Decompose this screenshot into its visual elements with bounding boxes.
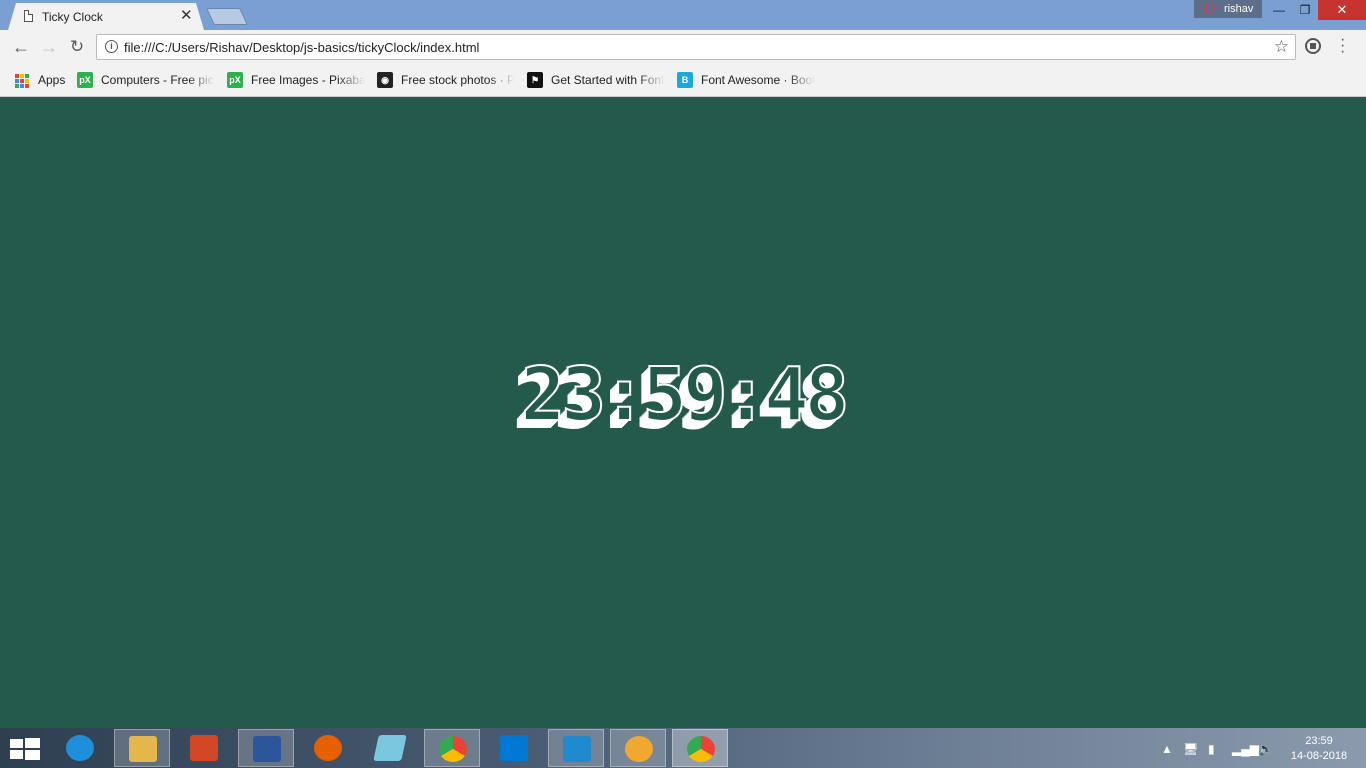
crystal-app-button[interactable] (362, 729, 418, 767)
bookmark-item[interactable]: pX Computers - Free pictures (77, 72, 215, 90)
bookmark-item[interactable]: ◉ Free stock photos · Pexels (377, 72, 515, 90)
profile-icon: { } (1204, 2, 1216, 14)
windows-start-icon[interactable] (10, 738, 40, 760)
tab-close-icon[interactable]: ✕ (180, 7, 193, 25)
chrome-active-button[interactable] (672, 729, 728, 767)
file-explorer-button[interactable] (114, 729, 170, 767)
back-button[interactable]: ← (10, 37, 32, 57)
title-bar: Ticky Clock ✕ { } rishav — ❐ ✕ (0, 0, 1366, 30)
tab-ticky-clock[interactable]: Ticky Clock ✕ (8, 3, 204, 30)
tab-title: Ticky Clock (42, 10, 103, 24)
network-error-icon[interactable]: 🖥 (1183, 742, 1198, 756)
powerpoint-icon (190, 735, 218, 761)
tray-date: 14-08-2018 (1290, 750, 1348, 762)
tray-overflow-icon[interactable]: ▲ (1161, 742, 1173, 756)
bookmark-item[interactable]: B Font Awesome · Bootstrap (677, 72, 815, 90)
signal-icon[interactable]: ▂▄▆ (1232, 742, 1259, 756)
windows-taskbar: ▲ 🖥 ▮ ▂▄▆ 🔈 23:59 14-08-2018 (0, 728, 1366, 768)
bookmark-apps[interactable]: Apps (14, 72, 74, 90)
bookmark-label: Free stock photos · Pexels (401, 73, 515, 87)
menu-icon[interactable]: · · · (1340, 32, 1345, 60)
bookmark-item[interactable]: pX Free Images - Pixabay (227, 72, 365, 90)
bookmark-label: Computers - Free pictures (101, 73, 215, 87)
paint-palette-icon (625, 736, 653, 762)
chrome-icon (439, 736, 467, 762)
restore-button[interactable]: ❐ (1292, 0, 1318, 20)
bookmark-star-icon[interactable]: ☆ (1274, 37, 1289, 57)
word-button[interactable] (238, 729, 294, 767)
address-bar[interactable]: i file:///C:/Users/Rishav/Desktop/js-bas… (96, 34, 1296, 60)
profile-button[interactable]: { } rishav (1194, 0, 1262, 18)
vscode-icon (500, 735, 528, 761)
close-window-button[interactable]: ✕ (1318, 0, 1366, 20)
bookmark-item[interactable]: ⚑ Get Started with Font Awesome (527, 72, 665, 90)
folder-icon (129, 736, 157, 762)
crystal-app-icon (373, 735, 407, 761)
firefox-icon (314, 735, 342, 761)
bootstrap-icon: B (677, 72, 693, 88)
tray-time: 23:59 (1305, 735, 1333, 747)
brackets-button[interactable] (548, 729, 604, 767)
chrome-button[interactable] (424, 729, 480, 767)
chrome-icon (687, 736, 715, 762)
pixabay-icon: pX (77, 72, 93, 88)
new-tab-button[interactable] (206, 8, 248, 25)
minimize-button[interactable]: — (1266, 0, 1292, 20)
bookmarks-bar: Apps pX Computers - Free pictures pX Fre… (0, 65, 1366, 97)
browser-toolbar: ← → ↻ i file:///C:/Users/Rishav/Desktop/… (0, 30, 1366, 65)
tray-clock[interactable]: 23:59 14-08-2018 (1284, 734, 1354, 764)
document-icon (24, 10, 33, 22)
battery-icon[interactable]: ▮ (1208, 742, 1215, 756)
pixabay-icon: pX (227, 72, 243, 88)
info-icon[interactable]: i (105, 40, 118, 53)
volume-icon[interactable]: 🔈 (1258, 742, 1273, 756)
paint-button[interactable] (610, 729, 666, 767)
digital-clock: 23:59:48 (520, 352, 850, 438)
extension-icon[interactable] (1305, 38, 1321, 54)
forward-button[interactable]: → (38, 37, 60, 57)
word-icon (253, 736, 281, 762)
firefox-button[interactable] (300, 729, 356, 767)
bookmark-label: Apps (38, 73, 66, 87)
camera-icon: ◉ (377, 72, 393, 88)
internet-explorer-button[interactable] (52, 729, 108, 767)
brackets-icon (563, 736, 591, 762)
flag-icon: ⚑ (527, 72, 543, 88)
profile-name: rishav (1224, 3, 1254, 15)
bookmark-label: Get Started with Font Awesome (551, 73, 665, 87)
bookmark-label: Font Awesome · Bootstrap (701, 73, 815, 87)
apps-grid-icon (15, 74, 29, 88)
vscode-button[interactable] (486, 729, 542, 767)
bookmark-label: Free Images - Pixabay (251, 73, 365, 87)
powerpoint-button[interactable] (176, 729, 232, 767)
internet-explorer-icon (66, 735, 94, 761)
page-content: 23:59:48 (0, 97, 1366, 728)
reload-button[interactable]: ↻ (66, 37, 88, 57)
url-text[interactable]: file:///C:/Users/Rishav/Desktop/js-basic… (124, 40, 479, 55)
